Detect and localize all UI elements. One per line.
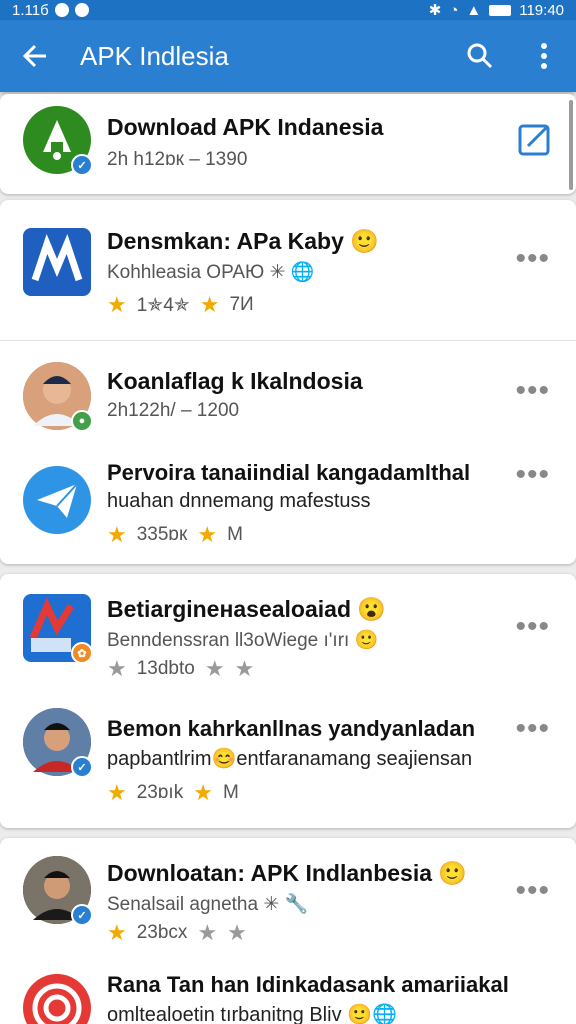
rating-value: 13dbto [136,658,195,679]
rating-value: 23ɒık [136,782,184,803]
list-item[interactable]: ✿ Betiargineнasealoaiad 😮 Benndenssran l… [0,574,576,694]
verified-badge-icon: ✓ [71,904,93,926]
item-subtitle: 2h122h/ – 1200 [107,400,240,421]
scrollbar[interactable] [569,100,573,190]
bluetooth-icon: ✱ [428,2,442,19]
status-time-left: 1.11б [12,1,49,19]
status-time-right: 119:40 [519,1,564,19]
list-item[interactable]: ✓ Bemon kahrkanllnas yandyanladan papban… [0,694,576,828]
star-icon: ★ [107,292,127,317]
star-icon: ★ [107,920,127,945]
item-title: Download APK Indanesia [107,114,384,140]
star-icon: ★ [234,656,255,681]
star-icon: ★ [197,522,218,547]
item-title: Rana Tan han Idinkadasank amariiakal [107,972,509,997]
search-icon [467,43,493,69]
notification-icon-2 [74,3,89,17]
spiral-logo-icon [32,983,82,1024]
rating-extra: M [227,524,243,545]
app-icon: ✿ [23,594,93,664]
am-logo-icon [31,234,83,282]
app-icon: ✓ [23,106,93,176]
list-item[interactable]: Densmkan: APa Kaby 🙂 Kohhleasia ОΡΑЮ ✳ 🌐… [0,200,576,340]
list-item[interactable]: ● Koanlaflag k Ikalndosia 2h122h/ – 1200… [0,340,576,450]
back-arrow-icon [22,44,46,68]
star-icon: ★ [197,920,218,945]
edit-button[interactable] [518,122,552,161]
more-options-button[interactable]: ••• [515,460,550,490]
list-card: Densmkan: APa Kaby 🙂 Kohhleasia ОΡΑЮ ✳ 🌐… [0,200,576,564]
wifi-icon: ◔ [449,1,459,19]
app-icon [23,974,91,1024]
back-button[interactable] [0,20,70,92]
rating-extra: 7И [229,294,254,315]
item-line2: huahan dnnemang mafestuss [107,490,371,512]
item-subtitle: Senalsail agnetha ✳ 🔧 [107,894,309,915]
item-title: Koanlaflag k Ikalndosia [107,368,363,394]
star-icon: ★ [107,780,127,805]
star-icon: ★ [227,920,247,945]
list-item[interactable]: ✓ Download APK Indanesia 2h h12ɒк – 1390 [0,94,576,194]
rating-value: 23bcx [136,922,188,943]
battery-icon [489,4,512,16]
rating-value: 1✯4✯ [136,294,190,316]
app-icon [23,228,91,296]
avatar: ✓ [23,856,93,926]
notification-icon [54,3,69,17]
paper-plane-icon [37,483,78,518]
signal-icon: ▲ [466,1,482,19]
app-badge-icon: ✿ [71,642,93,664]
search-button[interactable] [448,20,512,92]
star-icon: ★ [204,656,225,681]
verified-badge-icon: ✓ [71,154,93,176]
item-title: Bemon kahrkanllnas yandyanladan [107,716,476,741]
list-card: ✿ Betiargineнasealoaiad 😮 Benndenssran l… [0,574,576,828]
rating-value: 335ɒк [136,524,188,545]
item-line2: omltealoetin tırbanitng Bliv 🙂🌐 [107,1004,397,1024]
item-rating: ★ 335ɒк ★ M [107,522,243,548]
more-options-button[interactable]: ••• [515,244,550,274]
star-icon: ★ [107,522,127,547]
item-subtitle: 2h h12ɒк – 1390 [107,149,248,170]
item-title: Pervoira tanaiindial kangadamlthal [107,460,471,485]
item-title: Betiargineнasealoaiad 😮 [107,596,387,622]
more-options-button[interactable]: ••• [515,714,550,744]
star-icon: ★ [193,780,213,805]
item-rating: ★ 13dbto ★ ★ [107,656,254,682]
list-card: ✓ Download APK Indanesia 2h h12ɒк – 1390 [0,94,576,194]
avatar: ✓ [23,708,93,778]
app-icon [23,466,91,534]
list-card: ✓ Downloatan: APK Indlanbesia 🙂 Senalsai… [0,838,576,1024]
item-title: Downloatan: APK Indlanbesia 🙂 [107,860,468,886]
avatar: ● [23,362,93,432]
overflow-menu-button[interactable] [512,20,576,92]
more-options-button[interactable]: ••• [515,376,550,406]
star-icon: ★ [107,656,127,681]
status-bar: 1.11б ✱ ◔ ▲ 119:40 [0,0,576,20]
list-item[interactable]: Pervoira tanaiindial kangadamlthal huaha… [0,450,576,564]
item-subtitle: Benndenssran ll3oWiege ı'ırı 🙂 [107,630,379,651]
item-line2: papbantlrim😊entfaranamang seajiensan [107,748,473,770]
app-bar-title: APK Indlesia [80,40,229,71]
item-rating: ★ 23bcx ★ ★ [107,920,247,946]
star-icon: ★ [199,292,220,317]
item-rating: ★ 1✯4✯ ★ 7И [107,292,254,318]
rating-extra: M [222,782,239,803]
more-vert-icon [541,43,547,69]
more-options-button[interactable]: ••• [515,876,550,906]
edit-square-icon [518,124,550,156]
item-subtitle: Kohhleasia ОΡΑЮ ✳ 🌐 [107,262,315,283]
more-options-button[interactable]: ••• [515,612,550,642]
app-bar: APK Indlesia [0,20,576,92]
verified-badge-icon: ✓ [71,756,93,778]
list-item[interactable]: Rana Tan han Idinkadasank amariiakal oml… [0,956,576,1024]
status-badge-icon: ● [71,410,93,432]
item-rating: ★ 23ɒık ★ M [107,780,239,806]
list-item[interactable]: ✓ Downloatan: APK Indlanbesia 🙂 Senalsai… [0,838,576,956]
item-title: Densmkan: APa Kaby 🙂 [107,228,379,254]
